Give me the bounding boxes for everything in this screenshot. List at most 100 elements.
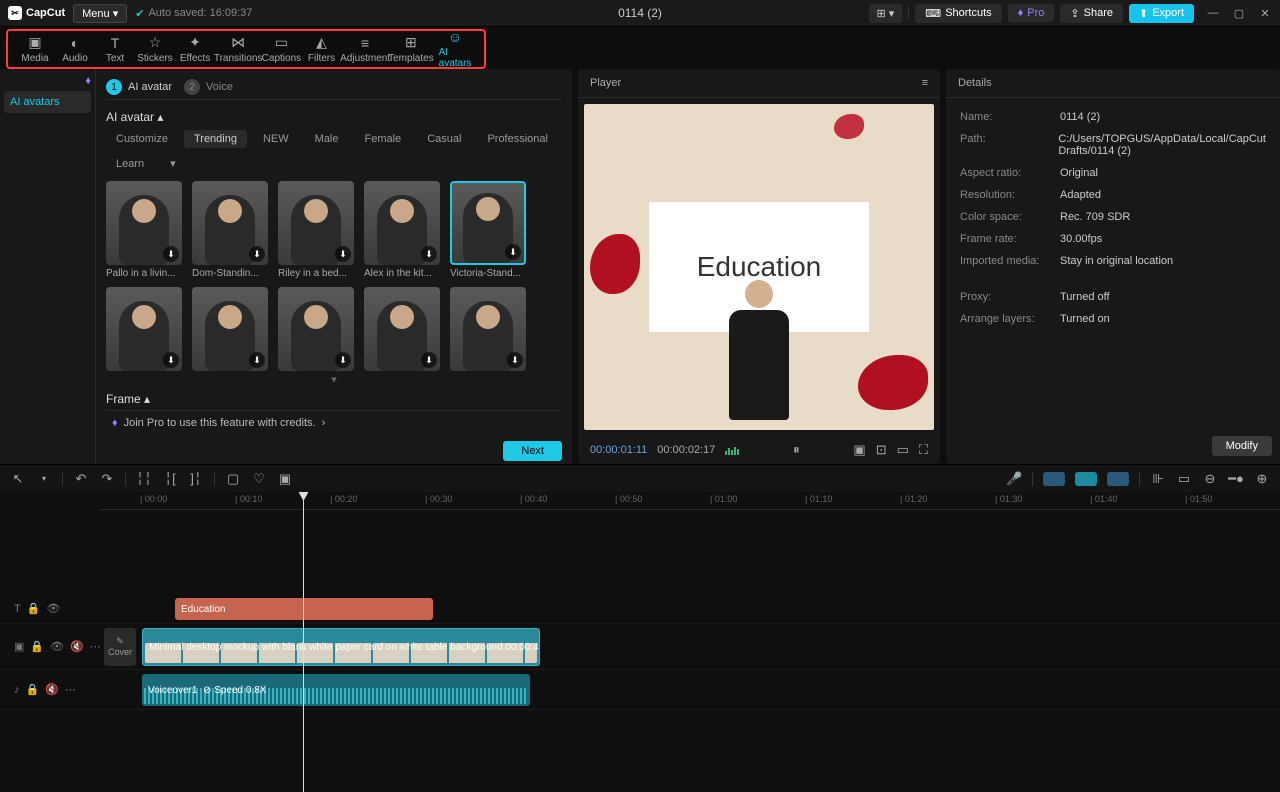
pro-banner[interactable]: ♦ Join Pro to use this feature with cred…: [106, 410, 562, 435]
download-icon[interactable]: ⬇: [249, 352, 265, 368]
undo-button[interactable]: ↶: [73, 471, 89, 487]
split-tool[interactable]: ╎╎: [136, 471, 152, 487]
expand-icon[interactable]: ▾: [106, 373, 562, 386]
cursor-tool[interactable]: ↖: [10, 471, 26, 487]
audio-track-icon[interactable]: ♪: [14, 684, 20, 696]
avatar-card[interactable]: ⬇Pallo in a livin...: [106, 181, 182, 279]
timeline-ruler[interactable]: | 00:00| 00:10| 00:20| 00:30| 00:40| 00:…: [100, 492, 1280, 510]
filter-new[interactable]: NEW: [253, 130, 299, 148]
lock-icon[interactable]: 🔒: [30, 640, 44, 653]
tool-tab-audio[interactable]: ◐Audio: [56, 33, 94, 66]
scale-button[interactable]: ⊡: [876, 442, 887, 458]
filter-more[interactable]: ▾: [160, 154, 186, 173]
audio-track[interactable]: ♪ 🔒 🔇 ⋯ Voiceover1 ⊘ Speed 0.8X: [0, 670, 1280, 710]
split-left-tool[interactable]: ╎[: [162, 471, 178, 487]
snap-tool[interactable]: ⊪: [1150, 471, 1166, 487]
export-button[interactable]: ⬆ Export: [1129, 4, 1194, 23]
fullscreen-button[interactable]: ⛶: [919, 442, 928, 458]
minimize-button[interactable]: —: [1206, 6, 1220, 20]
ratio-button[interactable]: ▣: [853, 442, 865, 458]
subcategory-ai-avatars[interactable]: AI avatars: [4, 91, 91, 113]
avatar-card[interactable]: ⬇: [192, 287, 268, 371]
avatar-card[interactable]: ⬇: [450, 287, 526, 371]
zoom-in-button[interactable]: ⊕: [1254, 471, 1270, 487]
zoom-out-button[interactable]: ⊖: [1202, 471, 1218, 487]
maximize-button[interactable]: ▢: [1232, 6, 1246, 20]
record-tool[interactable]: ▣: [277, 471, 293, 487]
close-button[interactable]: ✕: [1258, 6, 1272, 20]
download-icon[interactable]: ⬇: [421, 246, 437, 262]
filter-professional[interactable]: Professional: [477, 130, 558, 148]
download-icon[interactable]: ⬇: [505, 244, 521, 260]
track-toggle-3[interactable]: [1107, 472, 1129, 486]
lock-icon[interactable]: 🔒: [26, 683, 40, 696]
tool-tab-text[interactable]: TText: [96, 33, 134, 66]
avatar-card[interactable]: ⬇: [364, 287, 440, 371]
play-pause-button[interactable]: ⏸: [793, 442, 800, 458]
cover-button[interactable]: ✎ Cover: [104, 628, 136, 666]
more-icon[interactable]: ⋯: [90, 640, 101, 653]
toggle-button[interactable]: ▭: [897, 442, 909, 458]
tool-tab-stickers[interactable]: ☆Stickers: [136, 32, 174, 66]
player-viewport[interactable]: Education: [584, 104, 934, 430]
preview-tool[interactable]: ▭: [1176, 471, 1192, 487]
tool-tab-transitions[interactable]: ⋈Transitions: [216, 32, 260, 66]
tool-tab-ai-avatars[interactable]: ☺AI avatars: [434, 27, 476, 71]
filter-learn[interactable]: Learn: [106, 155, 154, 173]
timeline[interactable]: | 00:00| 00:10| 00:20| 00:30| 00:40| 00:…: [0, 492, 1280, 792]
lock-icon[interactable]: 🔒: [27, 602, 41, 615]
download-icon[interactable]: ⬇: [507, 352, 523, 368]
track-toggle-1[interactable]: [1043, 472, 1065, 486]
avatar-card[interactable]: ⬇Alex in the kit...: [364, 181, 440, 279]
tool-tab-effects[interactable]: ✦Effects: [176, 32, 214, 66]
split-right-tool[interactable]: ]╎: [188, 471, 204, 487]
video-track-icon[interactable]: ▣: [14, 640, 24, 653]
video-track[interactable]: ▣ 🔒 👁 🔇 ⋯ ✎ Cover Minimal desktop mockup…: [0, 624, 1280, 670]
tool-tab-filters[interactable]: ◭Filters: [303, 32, 341, 66]
modify-button[interactable]: Modify: [1212, 436, 1272, 456]
pro-button[interactable]: ♦ Pro: [1008, 4, 1055, 22]
mute-icon[interactable]: 🔇: [45, 683, 59, 696]
zoom-slider[interactable]: ━●: [1228, 471, 1244, 487]
download-icon[interactable]: ⬇: [163, 352, 179, 368]
tool-tab-captions[interactable]: ▭Captions: [262, 32, 300, 66]
download-icon[interactable]: ⬇: [421, 352, 437, 368]
filter-female[interactable]: Female: [355, 130, 412, 148]
eye-icon[interactable]: 👁: [50, 640, 64, 653]
avatar-card[interactable]: ⬇Riley in a bed...: [278, 181, 354, 279]
mic-tool[interactable]: 🎤: [1006, 471, 1022, 487]
playhead[interactable]: [303, 492, 304, 792]
share-button[interactable]: ⇪ Share: [1060, 4, 1123, 23]
step-voice[interactable]: 2Voice: [184, 79, 233, 95]
eye-icon[interactable]: 👁: [46, 602, 60, 615]
tool-tab-templates[interactable]: ⊞Templates: [390, 32, 432, 66]
download-icon[interactable]: ⬇: [163, 246, 179, 262]
crop-tool[interactable]: ▢: [225, 471, 241, 487]
text-clip[interactable]: Education: [175, 598, 433, 620]
menu-button[interactable]: Menu ▾: [73, 4, 127, 23]
next-button[interactable]: Next: [503, 441, 562, 461]
filter-trending[interactable]: Trending: [184, 130, 247, 148]
layout-button[interactable]: ⊞ ▾: [869, 4, 903, 23]
mask-tool[interactable]: ♡: [251, 471, 267, 487]
avatar-card[interactable]: ⬇: [106, 287, 182, 371]
filter-customize[interactable]: Customize: [106, 130, 178, 148]
tool-tab-media[interactable]: ▣Media: [16, 32, 54, 66]
player-menu-icon[interactable]: ≡: [922, 77, 928, 89]
download-icon[interactable]: ⬇: [249, 246, 265, 262]
tool-tab-adjustment[interactable]: ≡Adjustment: [343, 33, 388, 66]
redo-button[interactable]: ↷: [99, 471, 115, 487]
download-icon[interactable]: ⬇: [335, 246, 351, 262]
cursor-dropdown[interactable]: ▾: [36, 474, 52, 483]
video-clip[interactable]: Minimal desktop mockup with blank white …: [142, 628, 540, 666]
more-icon[interactable]: ⋯: [65, 683, 76, 696]
avatar-card[interactable]: ⬇: [278, 287, 354, 371]
avatar-card[interactable]: ⬇Dom-Standin...: [192, 181, 268, 279]
download-icon[interactable]: ⬇: [335, 352, 351, 368]
filter-male[interactable]: Male: [305, 130, 349, 148]
text-track-icon[interactable]: T: [14, 603, 21, 615]
mute-icon[interactable]: 🔇: [70, 640, 84, 653]
step-ai-avatar[interactable]: 1AI avatar: [106, 79, 172, 95]
filter-casual[interactable]: Casual: [417, 130, 471, 148]
avatar-card[interactable]: ⬇Victoria-Stand...: [450, 181, 526, 279]
